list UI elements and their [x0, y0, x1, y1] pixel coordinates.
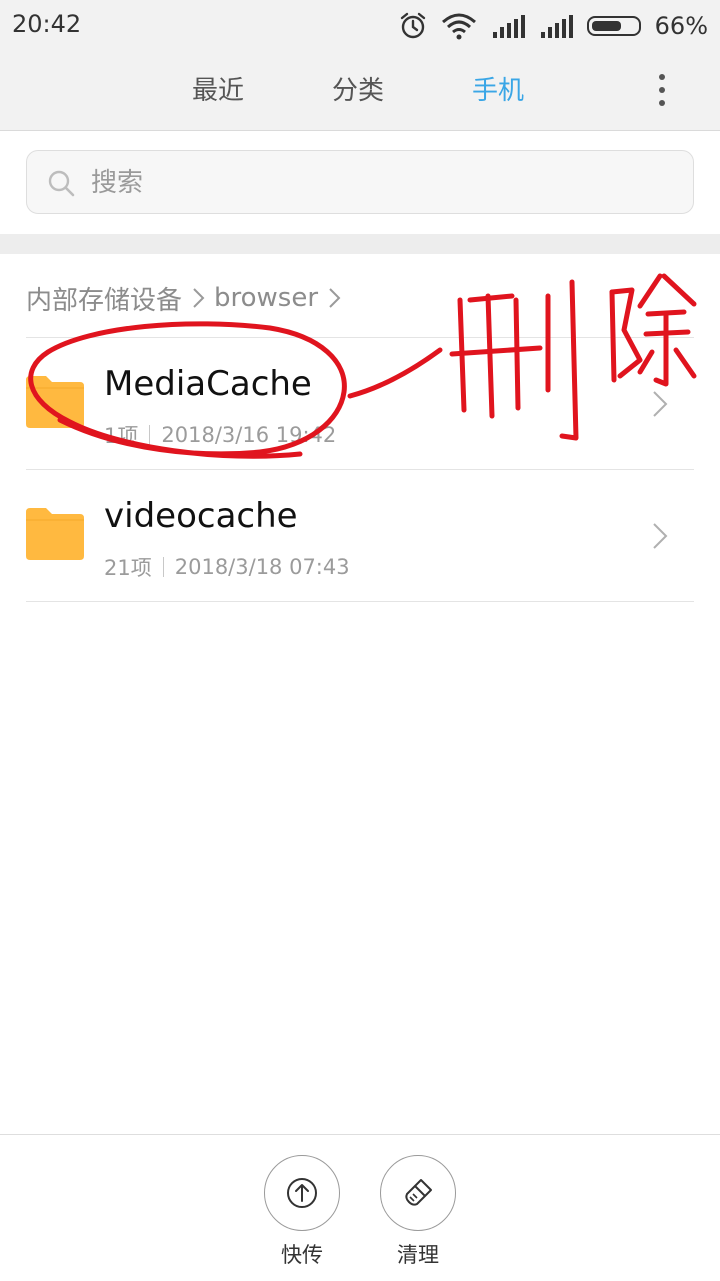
- tab-category[interactable]: 分类: [332, 70, 384, 107]
- brush-icon: [405, 1179, 432, 1206]
- status-time: 20:42: [12, 10, 82, 38]
- list-item-videocache[interactable]: videocache 21项 2018/3/18 07:43: [0, 470, 720, 600]
- modified-date: 2018/3/16 19:42: [161, 423, 337, 447]
- signal-icon: [492, 15, 525, 38]
- folder-icon: [26, 508, 84, 560]
- tab-phone[interactable]: 手机: [472, 70, 524, 107]
- section-separator: [0, 234, 720, 254]
- status-bar: 20:42 66%: [0, 0, 720, 52]
- battery-level: [591, 21, 621, 31]
- battery-icon: [586, 16, 641, 36]
- more-menu-icon[interactable]: [652, 70, 672, 110]
- action-circle: [380, 1155, 456, 1231]
- file-name: videocache: [104, 496, 298, 536]
- search-icon: [48, 170, 75, 197]
- search-area: [0, 131, 720, 234]
- wifi-icon: [441, 13, 476, 40]
- search-input[interactable]: [89, 161, 673, 205]
- quick-share-label: 快传: [281, 1243, 323, 1267]
- tab-recent[interactable]: 最近: [192, 70, 244, 107]
- chevron-right-icon: [329, 288, 341, 308]
- folder-icon: [26, 376, 84, 428]
- chevron-right-icon: [653, 391, 668, 417]
- quick-share-button[interactable]: 快传: [262, 1155, 342, 1269]
- breadcrumb-browser[interactable]: browser: [214, 283, 318, 313]
- clean-label: 清理: [397, 1243, 439, 1267]
- status-icons: 66%: [399, 9, 708, 43]
- divider: [26, 601, 694, 602]
- upload-icon: [287, 1178, 317, 1208]
- meta-divider: [162, 557, 164, 577]
- chevron-right-icon: [653, 523, 668, 549]
- tab-header: 最近 分类 手机: [0, 52, 720, 131]
- breadcrumb: 内部存储设备 browser: [26, 278, 350, 318]
- chevron-right-icon: [193, 288, 205, 308]
- battery-percent: 66%: [654, 12, 708, 40]
- alarm-icon: [400, 12, 425, 39]
- item-count: 1项: [104, 424, 139, 448]
- file-name: MediaCache: [104, 364, 312, 404]
- action-circle: [264, 1155, 340, 1231]
- signal-icon-2: [540, 15, 573, 38]
- clean-button[interactable]: 清理: [378, 1155, 458, 1269]
- item-count: 21项: [104, 556, 152, 580]
- breadcrumb-internal-storage[interactable]: 内部存储设备: [26, 280, 182, 317]
- meta-divider: [149, 425, 151, 445]
- file-meta: 21项 2018/3/18 07:43: [104, 552, 350, 582]
- modified-date: 2018/3/18 07:43: [174, 555, 350, 579]
- search-box[interactable]: [26, 150, 694, 214]
- file-meta: 1项 2018/3/16 19:42: [104, 420, 336, 450]
- list-item-mediacache[interactable]: MediaCache 1项 2018/3/16 19:42: [0, 338, 720, 468]
- bottom-action-bar: 快传 清理: [0, 1134, 720, 1281]
